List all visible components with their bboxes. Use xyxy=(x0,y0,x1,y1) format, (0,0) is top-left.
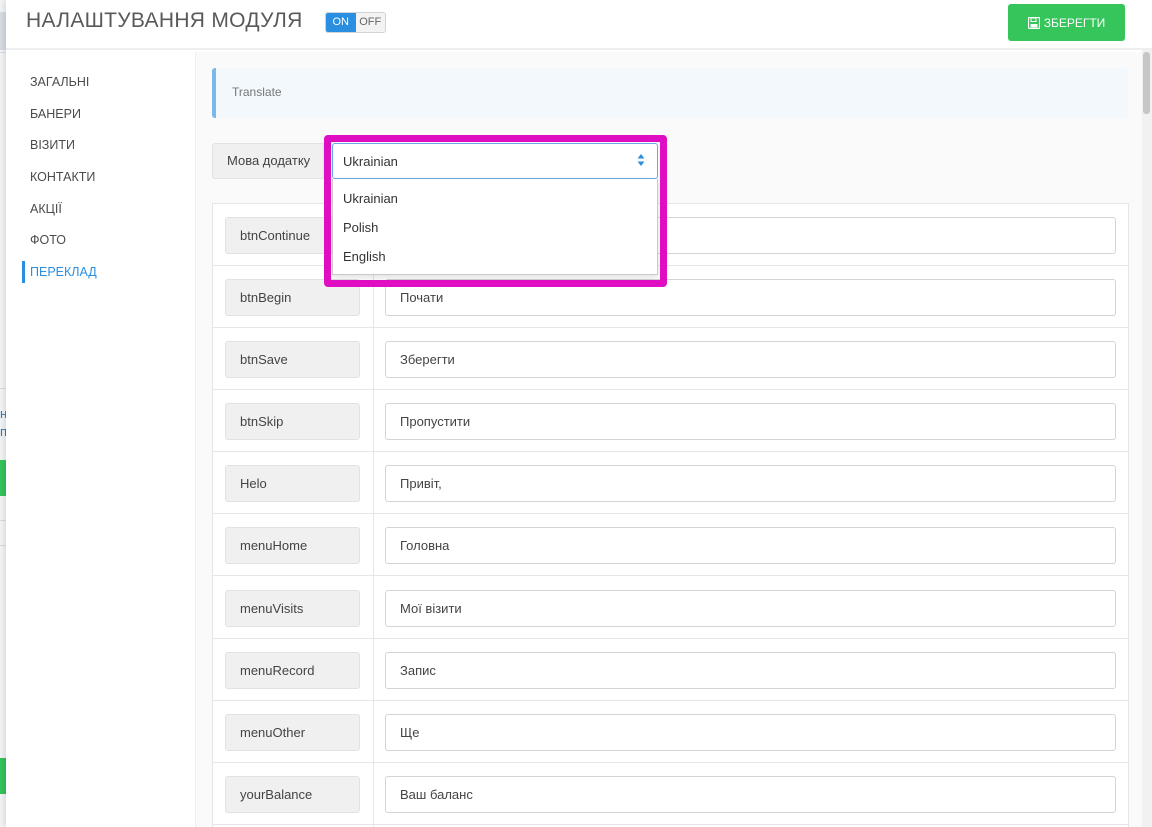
sidebar: ЗАГАЛЬНІ БАНЕРИ ВІЗИТИ КОНТАКТИ АКЦІЇ ФО… xyxy=(6,52,196,827)
translation-key: menuHome xyxy=(225,527,360,564)
scrollbar-thumb[interactable] xyxy=(1143,52,1150,114)
table-row: menuRecord Запис xyxy=(213,639,1128,701)
translation-input[interactable]: Ще xyxy=(385,714,1116,751)
sidebar-item-promotions[interactable]: АКЦІЇ xyxy=(22,198,192,220)
sidebar-item-photo[interactable]: ФОТО xyxy=(22,229,192,251)
table-row: btnSave Зберегти xyxy=(213,328,1128,390)
table-row: menuHome Головна xyxy=(213,514,1128,576)
floppy-disk-icon xyxy=(1027,16,1040,29)
table-row: yourBalance Ваш баланс xyxy=(213,763,1128,825)
highlight-box xyxy=(324,135,667,287)
module-toggle[interactable]: ON OFF xyxy=(325,12,386,33)
scrollbar[interactable] xyxy=(1142,50,1152,827)
translation-table: btnContinue btnBegin Почати btnSave Збер… xyxy=(212,203,1129,827)
page-title: НАЛАШТУВАННЯ МОДУЛЯ xyxy=(26,9,303,32)
section-banner: Translate xyxy=(212,68,1128,118)
translation-input[interactable]: Ваш баланс xyxy=(385,776,1116,813)
translation-key: Helo xyxy=(225,465,360,502)
table-row: menuOther Ще xyxy=(213,701,1128,763)
sidebar-item-general[interactable]: ЗАГАЛЬНІ xyxy=(22,71,192,93)
sidebar-item-translation[interactable]: ПЕРЕКЛАД xyxy=(22,261,192,283)
table-row: btnSkip Пропустити xyxy=(213,390,1128,452)
table-row: menuVisits Мої візити xyxy=(213,577,1128,639)
translation-input[interactable]: Запис xyxy=(385,652,1116,689)
translation-key: yourBalance xyxy=(225,776,360,813)
translation-input[interactable]: Привіт, xyxy=(385,465,1116,502)
save-button[interactable]: ЗБЕРЕГТИ xyxy=(1008,4,1125,41)
translation-key: menuVisits xyxy=(225,590,360,627)
translation-input[interactable]: Пропустити xyxy=(385,403,1116,440)
banner-text: Translate xyxy=(232,85,282,99)
translation-key: btnSkip xyxy=(225,403,360,440)
main-content: Translate btnContinue btnBegin Почати bt… xyxy=(196,52,1142,827)
translation-key: menuOther xyxy=(225,714,360,751)
module-settings-modal: НАЛАШТУВАННЯ МОДУЛЯ ON OFF ЗБЕРЕГТИ ЗАГА… xyxy=(6,0,1152,827)
translation-input[interactable]: Головна xyxy=(385,527,1116,564)
translation-input[interactable]: Мої візити xyxy=(385,590,1116,627)
language-label: Мова додатку xyxy=(212,143,324,179)
toggle-on[interactable]: ON xyxy=(326,13,356,32)
translation-key: menuRecord xyxy=(225,652,360,689)
sidebar-item-visits[interactable]: ВІЗИТИ xyxy=(22,134,192,156)
sidebar-item-banners[interactable]: БАНЕРИ xyxy=(22,103,192,125)
table-row: Helo Привіт, xyxy=(213,452,1128,514)
toggle-off[interactable]: OFF xyxy=(355,13,385,32)
translation-key: btnSave xyxy=(225,341,360,378)
save-button-label: ЗБЕРЕГТИ xyxy=(1043,15,1106,30)
sidebar-item-contacts[interactable]: КОНТАКТИ xyxy=(22,166,192,188)
header: НАЛАШТУВАННЯ МОДУЛЯ ON OFF ЗБЕРЕГТИ xyxy=(6,0,1152,50)
translation-input[interactable]: Зберегти xyxy=(385,341,1116,378)
